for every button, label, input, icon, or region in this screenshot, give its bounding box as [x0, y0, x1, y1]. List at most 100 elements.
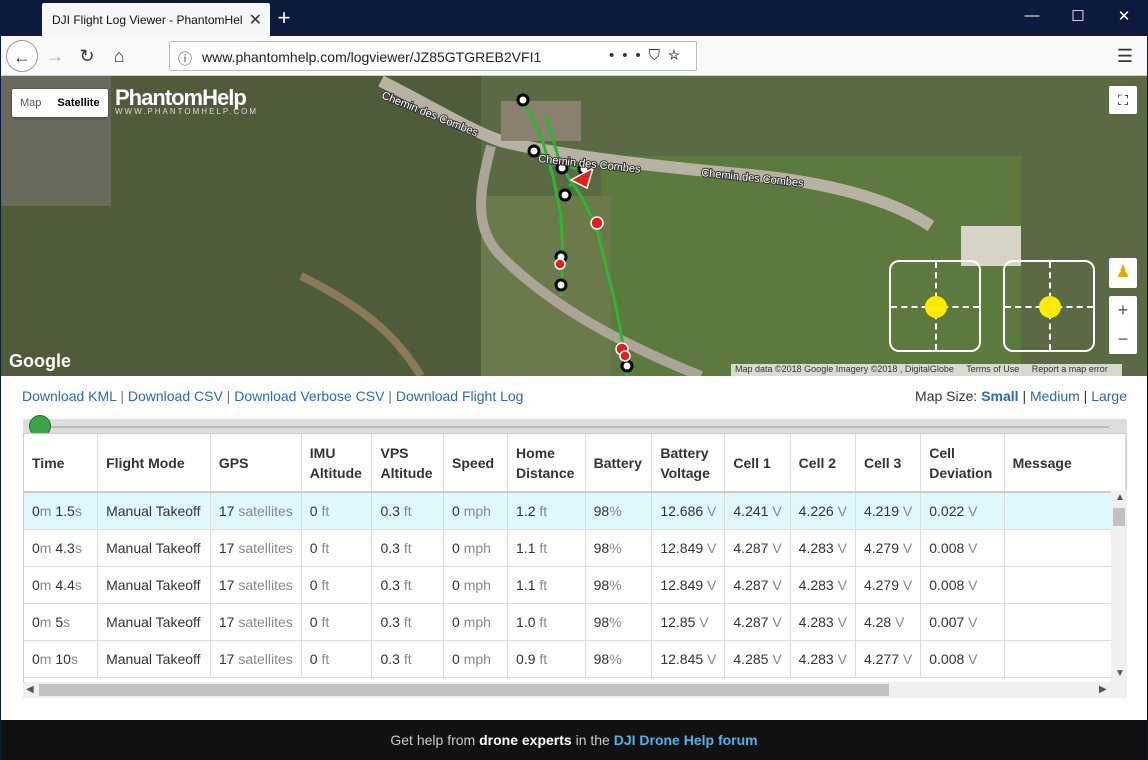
- menu-icon[interactable]: ☰: [1117, 46, 1133, 67]
- unit-label: ft: [321, 613, 330, 630]
- timeline-slider[interactable]: [23, 415, 1127, 437]
- fullscreen-icon[interactable]: ⛶: [1109, 86, 1137, 114]
- back-icon[interactable]: ←: [6, 40, 38, 72]
- unit-label: s: [70, 650, 78, 667]
- zoom-out-button[interactable]: −: [1109, 325, 1137, 354]
- map-size-medium-link[interactable]: Medium: [1030, 388, 1080, 404]
- cell-vps-altitude: 0.3 ft: [371, 492, 445, 530]
- map-size-small-link[interactable]: Small: [981, 388, 1018, 404]
- header-battery: Battery: [585, 434, 653, 493]
- cell-value: 0: [309, 576, 318, 593]
- cell-value: 1.2: [516, 502, 536, 519]
- cell-vps-altitude: 0.3 ft: [371, 566, 445, 604]
- cell-value: 4.287: [733, 576, 769, 593]
- cell-value: 12.849: [660, 576, 704, 593]
- scroll-right-icon[interactable]: ▶: [1099, 684, 1107, 695]
- tab-close-icon[interactable]: ✕: [249, 10, 262, 30]
- zoom-in-button[interactable]: +: [1109, 296, 1137, 325]
- cell-gps: 17 satellites: [210, 566, 302, 604]
- table-vertical-scrollbar[interactable]: ▲ ▼: [1111, 490, 1127, 684]
- unit-label: V: [772, 613, 782, 630]
- unit-label: ft: [403, 650, 412, 667]
- home-icon[interactable]: ⌂: [103, 40, 135, 72]
- cell-value: 5: [55, 613, 64, 630]
- cell-message: [1004, 529, 1126, 567]
- vertical-scroll-thumb[interactable]: [1113, 508, 1125, 526]
- pegman-icon[interactable]: ♟: [1109, 258, 1137, 288]
- forward-icon[interactable]: →: [39, 40, 71, 72]
- scroll-up-icon[interactable]: ▲: [1115, 492, 1125, 503]
- table-row[interactable]: 0m 5s Manual Takeoff 17 satellites 0 ft 0.3 …: [24, 603, 1126, 641]
- cell-cell-deviation: 0.022 V: [920, 492, 1005, 530]
- cell-value: 0.3: [380, 539, 400, 556]
- unit-label: V: [968, 650, 978, 667]
- flight-data-table: Time Flight Mode GPS IMU Altitude VPS Al…: [23, 433, 1127, 698]
- cell-cell-2: 4.283 V: [790, 566, 856, 604]
- cell-value: Manual Takeoff: [106, 613, 201, 630]
- table-horizontal-scrollbar[interactable]: ◀ ▶: [23, 682, 1127, 698]
- cell-speed: 0 mph: [443, 566, 509, 604]
- unit-label: ft: [403, 539, 412, 556]
- unit-label: %: [609, 576, 622, 593]
- close-window-icon[interactable]: ✕: [1101, 7, 1147, 31]
- unit-label: mph: [463, 576, 491, 593]
- table-row[interactable]: 0m 10s Manual Takeoff 17 satellites 0 ft 0.3…: [24, 640, 1126, 678]
- scroll-left-icon[interactable]: ◀: [26, 684, 34, 695]
- unit-label: s: [63, 613, 71, 630]
- cell-value: 4.287: [733, 613, 769, 630]
- cell-message: [1004, 566, 1126, 604]
- cell-value: Manual Takeoff: [106, 576, 201, 593]
- cell-battery: 98%: [585, 529, 653, 567]
- cell-value: 0: [309, 539, 318, 556]
- table-row[interactable]: 0m 4.4s Manual Takeoff 17 satellites 0 ft 0.…: [24, 566, 1126, 604]
- drone-help-forum-link[interactable]: DJI Drone Help forum: [614, 732, 758, 748]
- map-size-selector: Map Size: Small | Medium | Large: [915, 388, 1127, 404]
- table-row[interactable]: 0m 4.3s Manual Takeoff 17 satellites 0 ft 0.…: [24, 529, 1126, 567]
- nav-bar: ← → ↻ ⌂ ⓘ www.phantomhelp.com/logviewer/…: [1, 36, 1147, 76]
- cell-value: 0.022: [929, 502, 965, 519]
- cell-value: 17: [218, 576, 235, 593]
- url-bar[interactable]: ⓘ www.phantomhelp.com/logviewer/JZ85GTGR…: [169, 41, 697, 71]
- cell-message: [1004, 640, 1126, 678]
- horizontal-scroll-thumb[interactable]: [39, 684, 889, 696]
- maximize-icon[interactable]: ☐: [1055, 7, 1101, 31]
- table-row[interactable]: 0m 1.5s Manual Takeoff 17 satellites 0 ft 0.…: [24, 492, 1126, 530]
- map-size-large-link[interactable]: Large: [1091, 388, 1127, 404]
- cell-value: 17: [218, 650, 235, 667]
- cell-value: 0.008: [929, 539, 965, 556]
- map-type-satellite-button[interactable]: Satellite: [49, 89, 107, 117]
- header-battery-voltage: Battery Voltage: [651, 434, 726, 493]
- cell-value: 4.283: [798, 539, 834, 556]
- download-csv-link[interactable]: Download CSV: [128, 388, 223, 404]
- unit-label: ft: [321, 539, 330, 556]
- download-verbose-csv-link[interactable]: Download Verbose CSV: [234, 388, 384, 404]
- unit-label: mph: [463, 502, 491, 519]
- page-actions-icon[interactable]: •••⛉☆: [609, 47, 688, 64]
- unit-label: V: [968, 539, 978, 556]
- unit-label: %: [609, 539, 622, 556]
- download-flight-log-link[interactable]: Download Flight Log: [396, 388, 524, 404]
- cell-battery: 98%: [585, 640, 653, 678]
- scroll-down-icon[interactable]: ▼: [1115, 668, 1125, 679]
- browser-tab[interactable]: DJI Flight Log Viewer - PhantomHelp ✕: [42, 3, 270, 36]
- terms-link[interactable]: Terms of Use: [966, 364, 1019, 374]
- cell-value: Manual Takeoff: [106, 502, 201, 519]
- logo-subtext: WWW.PHANTOMHELP.COM: [115, 107, 259, 116]
- download-kml-link[interactable]: Download KML: [22, 388, 116, 404]
- unit-label: m: [39, 539, 52, 556]
- header-imu-altitude: IMU Altitude: [301, 434, 373, 493]
- reload-icon[interactable]: ↻: [71, 40, 103, 72]
- flight-map[interactable]: Chemin des Combes Chemin des Combes Chem…: [1, 76, 1147, 376]
- report-error-link[interactable]: Report a map error: [1032, 364, 1108, 374]
- cell-cell-1: 4.287 V: [724, 529, 791, 567]
- info-icon[interactable]: ⓘ: [178, 49, 192, 69]
- new-tab-icon[interactable]: +: [273, 5, 295, 31]
- minimize-icon[interactable]: —: [1009, 7, 1055, 31]
- unit-label: V: [707, 576, 717, 593]
- cell-value: 0.008: [929, 576, 965, 593]
- cell-value: 98: [593, 650, 610, 667]
- map-type-map-button[interactable]: Map: [12, 89, 49, 117]
- cell-cell-deviation: 0.008 V: [920, 529, 1005, 567]
- map-attribution: Map data ©2018 Google Imagery ©2018 , Di…: [731, 364, 1122, 376]
- unit-label: V: [968, 576, 978, 593]
